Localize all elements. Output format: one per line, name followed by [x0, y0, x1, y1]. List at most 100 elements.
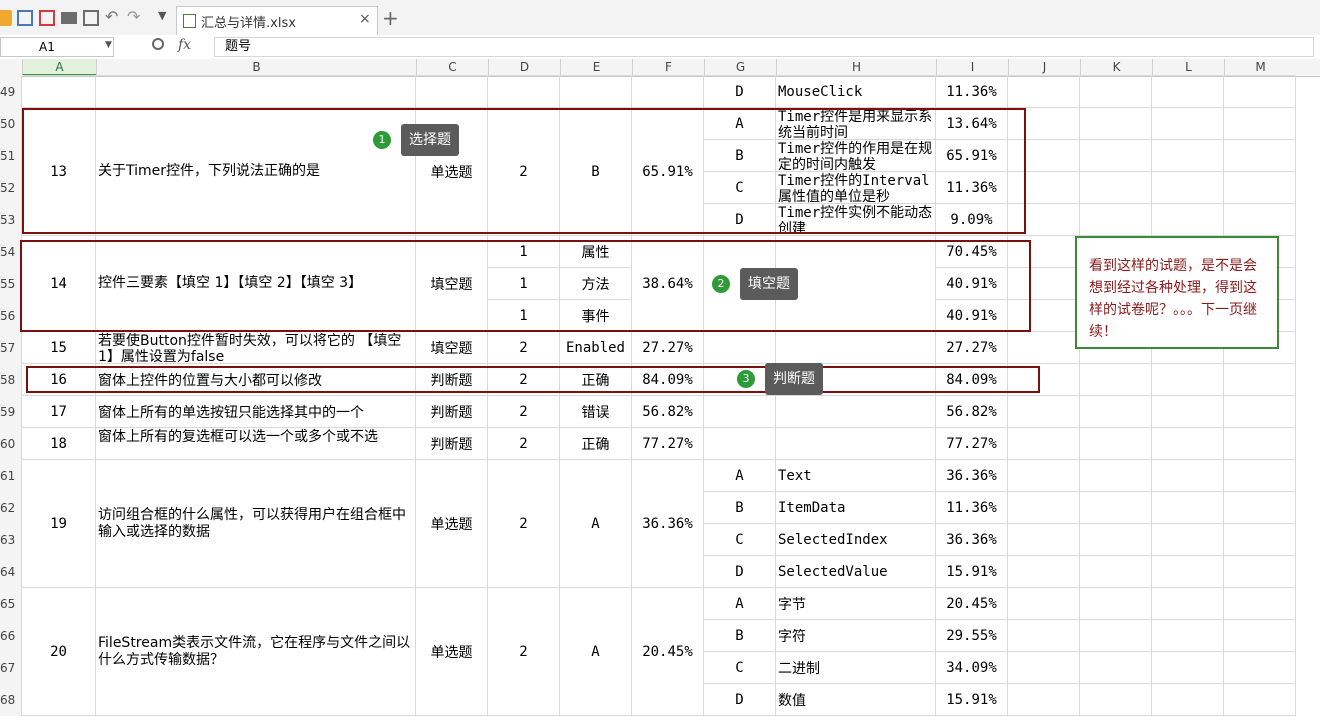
formula-input[interactable]: 题号 [214, 37, 1314, 57]
cell-f-57[interactable]: 27.27% [632, 332, 703, 363]
cell-a-57[interactable]: 15 [22, 332, 95, 363]
row-header[interactable]: 64 [0, 556, 22, 588]
column-header-f[interactable]: F [632, 59, 704, 76]
cell-i-61[interactable]: 36.36% [936, 460, 1007, 491]
open-folder-icon[interactable] [0, 10, 12, 26]
cell-b-60[interactable]: 窗体上所有的复选框可以选一个或多个或不选 [96, 428, 415, 459]
cell-d-57[interactable]: 2 [488, 332, 559, 363]
cell-g-65[interactable]: A [704, 588, 775, 619]
cell-f-65[interactable]: 20.45% [632, 588, 703, 715]
customize-arrow-icon[interactable]: ▼ [158, 9, 174, 25]
cell-i-57[interactable]: 27.27% [936, 332, 1007, 363]
row-header[interactable]: 61 [0, 460, 22, 492]
cell-i-59[interactable]: 56.82% [936, 396, 1007, 427]
cell-g-63[interactable]: C [704, 524, 775, 555]
cell-i-67[interactable]: 34.09% [936, 652, 1007, 683]
row-header[interactable]: 67 [0, 652, 22, 684]
row-header[interactable]: 62 [0, 492, 22, 524]
cell-i-65[interactable]: 20.45% [936, 588, 1007, 619]
cell-g-64[interactable]: D [704, 556, 775, 587]
cell-f-60[interactable]: 77.27% [632, 428, 703, 459]
cell-a-65[interactable]: 20 [22, 588, 95, 715]
cell-i-64[interactable]: 15.91% [936, 556, 1007, 587]
cell-g-61[interactable]: A [704, 460, 775, 491]
cell-a-60[interactable]: 18 [22, 428, 95, 459]
column-header-l[interactable]: L [1152, 59, 1224, 76]
column-header-j[interactable]: J [1008, 59, 1080, 76]
row-header[interactable]: 55 [0, 268, 22, 300]
cell-d-61[interactable]: 2 [488, 460, 559, 587]
cell-c-57[interactable]: 填空题 [416, 332, 487, 363]
cell-h-64[interactable]: SelectedValue [776, 556, 935, 587]
cell-f-61[interactable]: 36.36% [632, 460, 703, 587]
column-header-b[interactable]: B [96, 59, 416, 76]
cell-c-59[interactable]: 判断题 [416, 396, 487, 427]
cell-h-61[interactable]: Text [776, 460, 935, 491]
cell-e-65[interactable]: A [560, 588, 631, 715]
undo-icon[interactable]: ↶ [105, 7, 121, 26]
cell-d-60[interactable]: 2 [488, 428, 559, 459]
cell-g-62[interactable]: B [704, 492, 775, 523]
select-all-corner[interactable] [0, 59, 22, 76]
row-header[interactable]: 68 [0, 684, 22, 716]
row-header[interactable]: 50 [0, 108, 22, 140]
column-header-e[interactable]: E [560, 59, 632, 76]
cell-h-65[interactable]: 字节 [776, 588, 935, 619]
cell-g-66[interactable]: B [704, 620, 775, 651]
cell-e-60[interactable]: 正确 [560, 428, 631, 459]
cell-c-60[interactable]: 判断题 [416, 428, 487, 459]
tab-file[interactable]: 汇总与详情.xlsx × [176, 6, 378, 35]
column-header-k[interactable]: K [1080, 59, 1152, 76]
cell-h-66[interactable]: 字符 [776, 620, 935, 651]
row-header[interactable]: 63 [0, 524, 22, 556]
cell-g-49[interactable]: D [704, 76, 775, 107]
cell-g-68[interactable]: D [704, 684, 775, 715]
cell-b-59[interactable]: 窗体上所有的单选按钮只能选择其中的一个 [96, 396, 415, 427]
cell-h-67[interactable]: 二进制 [776, 652, 935, 683]
cell-a-59[interactable]: 17 [22, 396, 95, 427]
row-header[interactable]: 57 [0, 332, 22, 364]
cell-a-61[interactable]: 19 [22, 460, 95, 587]
row-header[interactable]: 60 [0, 428, 22, 460]
cell-i-60[interactable]: 77.27% [936, 428, 1007, 459]
name-box[interactable]: A1 ▼ [0, 37, 114, 57]
cell-h-63[interactable]: SelectedIndex [776, 524, 935, 555]
cell-b-65[interactable]: FileStream类表示文件流，它在程序与文件之间以什么方式传输数据？ [96, 588, 415, 715]
cell-h-62[interactable]: ItemData [776, 492, 935, 523]
zoom-icon[interactable] [152, 38, 164, 50]
cell-h-68[interactable]: 数值 [776, 684, 935, 715]
cell-e-57[interactable]: Enabled [560, 332, 631, 363]
cell-i-63[interactable]: 36.36% [936, 524, 1007, 555]
cell-h-49[interactable]: MouseClick [776, 76, 935, 107]
row-header[interactable]: 66 [0, 620, 22, 652]
cell-d-65[interactable]: 2 [488, 588, 559, 715]
cell-e-59[interactable]: 错误 [560, 396, 631, 427]
cell-i-66[interactable]: 29.55% [936, 620, 1007, 651]
cell-d-59[interactable]: 2 [488, 396, 559, 427]
row-header[interactable]: 59 [0, 396, 22, 428]
redo-icon[interactable]: ↷ [127, 7, 143, 26]
row-header[interactable]: 58 [0, 364, 22, 396]
row-header[interactable]: 65 [0, 588, 22, 620]
pdf-icon[interactable] [39, 10, 55, 26]
column-header-h[interactable]: H [776, 59, 936, 76]
function-icon[interactable]: fx [178, 37, 191, 53]
column-header-d[interactable]: D [488, 59, 560, 76]
chevron-down-icon[interactable]: ▼ [105, 40, 112, 50]
close-tab-icon[interactable]: × [359, 11, 371, 27]
cell-i-49[interactable]: 11.36% [936, 76, 1007, 107]
row-header[interactable]: 56 [0, 300, 22, 332]
print-preview-icon[interactable] [83, 10, 99, 26]
row-header[interactable]: 53 [0, 204, 22, 236]
cell-i-62[interactable]: 11.36% [936, 492, 1007, 523]
column-header-i[interactable]: I [936, 59, 1008, 76]
cell-g-67[interactable]: C [704, 652, 775, 683]
column-header-a[interactable]: A [22, 59, 96, 76]
cell-b-61[interactable]: 访问组合框的什么属性，可以获得用户在组合框中输入或选择的数据 [96, 460, 415, 587]
row-header[interactable]: 52 [0, 172, 22, 204]
new-tab-icon[interactable]: + [382, 6, 399, 30]
cell-b-57[interactable]: 若要使Button控件暂时失效，可以将它的 【填空 1】属性设置为false [96, 332, 415, 363]
print-icon[interactable] [61, 12, 77, 24]
column-header-m[interactable]: M [1224, 59, 1296, 76]
row-header[interactable]: 54 [0, 236, 22, 268]
